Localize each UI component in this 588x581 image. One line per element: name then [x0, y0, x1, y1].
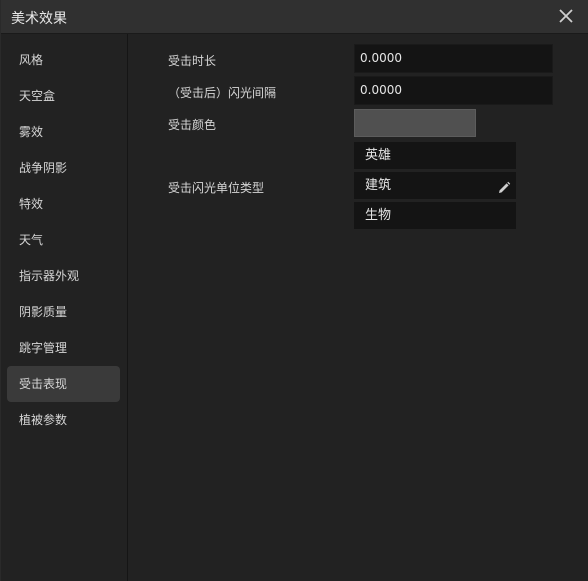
- flash-interval-field[interactable]: 0.0000: [354, 76, 553, 105]
- flash-interval-label: （受击后）闪光间隔: [168, 86, 277, 100]
- hit-color-label: 受击颜色: [168, 118, 217, 132]
- unit-type-hero[interactable]: 英雄: [354, 142, 516, 169]
- sidebar-item-weather[interactable]: 天气: [7, 222, 120, 258]
- art-effects-dialog: 美术效果 风格 天空盒 雾效 战争阴影 特效 天气 指示器外观 阴影质量 跳字管…: [0, 0, 588, 581]
- sidebar-item-effects[interactable]: 特效: [7, 186, 120, 222]
- unit-type-label: 英雄: [365, 148, 392, 163]
- title-bar: 美术效果: [1, 0, 588, 34]
- sidebar-item-label: 战争阴影: [19, 161, 68, 175]
- hit-duration-field[interactable]: 0.0000: [354, 44, 553, 73]
- sidebar-item-label: 雾效: [19, 125, 44, 139]
- sidebar-item-label: 风格: [19, 53, 44, 67]
- unit-type-creature[interactable]: 生物: [354, 202, 516, 229]
- pencil-icon[interactable]: [497, 178, 511, 193]
- sidebar-item-label: 天空盒: [19, 89, 56, 103]
- sidebar-item-label: 阴影质量: [19, 305, 68, 319]
- sidebar-item-indicator-appearance[interactable]: 指示器外观: [7, 258, 120, 294]
- hit-color-swatch[interactable]: [354, 109, 476, 137]
- close-icon[interactable]: [557, 7, 575, 25]
- settings-panel: 受击时长 0.0000 （受击后）闪光间隔 0.0000 受击颜色 受击闪光单位…: [129, 34, 588, 581]
- hit-duration-label: 受击时长: [168, 54, 217, 68]
- sidebar-item-floating-text[interactable]: 跳字管理: [7, 330, 120, 366]
- unit-type-building[interactable]: 建筑: [354, 172, 516, 199]
- sidebar-item-label: 指示器外观: [19, 269, 80, 283]
- sidebar-item-fog-of-war[interactable]: 战争阴影: [7, 150, 120, 186]
- sidebar-item-label: 跳字管理: [19, 341, 68, 355]
- dialog-title: 美术效果: [11, 11, 67, 27]
- flash-unit-types-label: 受击闪光单位类型: [168, 181, 265, 195]
- sidebar-item-label: 植被参数: [19, 413, 68, 427]
- sidebar: 风格 天空盒 雾效 战争阴影 特效 天气 指示器外观 阴影质量 跳字管理 受击表…: [1, 34, 128, 581]
- sidebar-item-fog[interactable]: 雾效: [7, 114, 120, 150]
- sidebar-item-label: 特效: [19, 197, 44, 211]
- sidebar-item-shadow-quality[interactable]: 阴影质量: [7, 294, 120, 330]
- sidebar-item-style[interactable]: 风格: [7, 42, 120, 78]
- sidebar-item-label: 受击表现: [19, 377, 68, 391]
- sidebar-item-skybox[interactable]: 天空盒: [7, 78, 120, 114]
- sidebar-item-label: 天气: [19, 233, 44, 247]
- unit-type-label: 建筑: [365, 178, 392, 193]
- unit-type-label: 生物: [365, 208, 392, 223]
- sidebar-item-hit-feedback[interactable]: 受击表现: [7, 366, 120, 402]
- sidebar-item-vegetation[interactable]: 植被参数: [7, 402, 120, 438]
